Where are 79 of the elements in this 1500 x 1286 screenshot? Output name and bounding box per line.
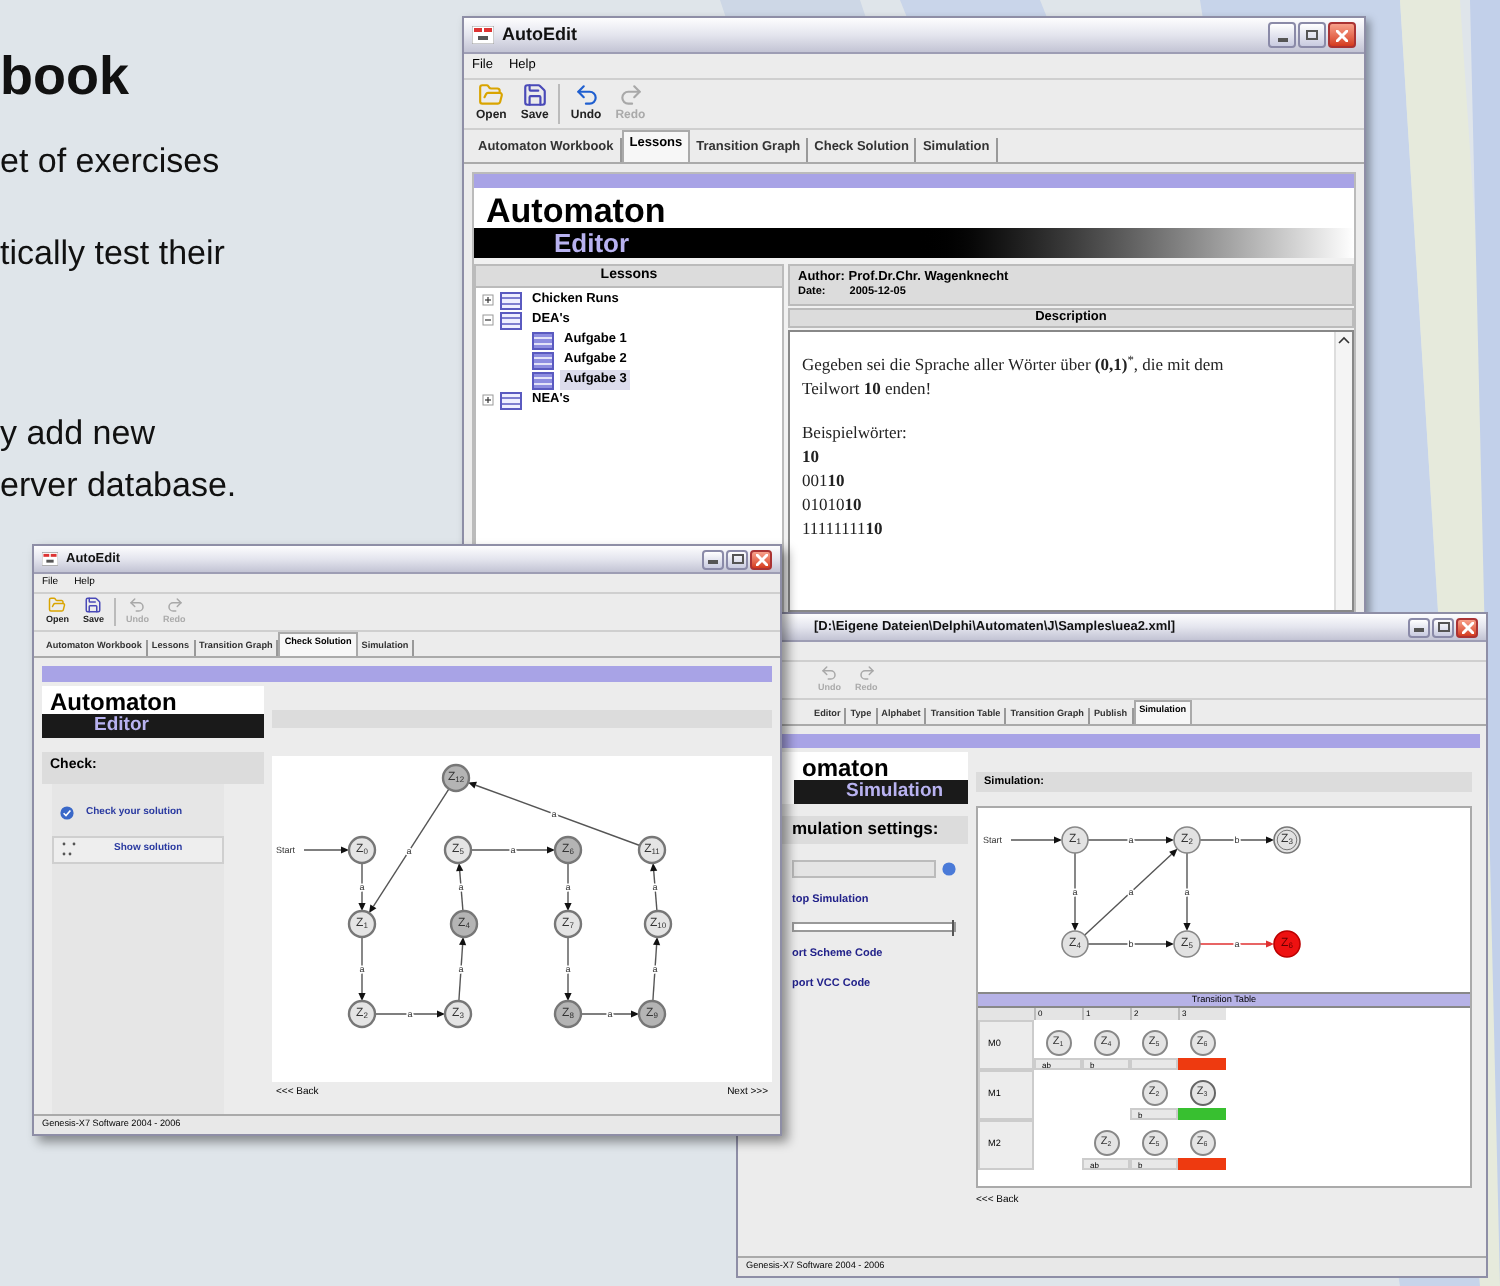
start-arrow [303,846,349,854]
close-button[interactable] [1328,22,1356,48]
maximize-icon [731,554,743,564]
undo-icon [128,596,147,615]
transition-arrow [652,936,661,1002]
minimize-button[interactable] [1408,617,1430,637]
maximize-button[interactable] [1298,22,1326,48]
slider-track[interactable] [792,921,956,932]
minimize-icon [1277,38,1287,42]
logo-title: Automaton [50,690,177,714]
undo-icon [820,664,839,683]
description-text: Beispielwörter: [802,420,907,444]
transition-arrow [650,862,658,912]
run-icon[interactable] [942,861,956,875]
description-text: Teilwort 10 enden! [802,376,932,400]
transition-arrow [374,1010,445,1018]
maximize-icon [1306,30,1318,40]
transition-arrow [564,862,572,911]
scroll-up-icon [1338,336,1350,344]
redo-icon [617,82,644,108]
folder-icon [478,82,505,108]
transition-arrow [456,862,464,912]
logo-banner: Editor [42,714,264,737]
transition-arrow [369,788,450,914]
undo-icon [573,82,600,108]
description-text: Gegeben sei die Sprache aller Wörter über (0,1)$^{*}$, die mit dem [802,352,1224,376]
save-icon [521,82,548,108]
scrollbar[interactable] [1334,332,1352,610]
redo-icon [165,596,184,615]
table-icon [500,391,522,409]
minimize-button[interactable] [1268,22,1296,48]
close-icon [755,553,767,565]
maximize-icon [1437,622,1449,632]
description-text: 1111111110 [802,516,883,540]
window-title: AutoEdit [502,21,577,48]
check-icon [60,806,74,820]
slide-text: tically test their [0,232,225,276]
description-text: 00110 [802,468,845,492]
table-icon [532,351,554,369]
expand-icon[interactable] [482,394,494,406]
expand-icon[interactable] [482,294,494,306]
slide-text: y add new [0,412,155,456]
transition-arrow [564,936,572,1001]
minimize-icon [1414,627,1424,631]
logo-banner: Simulation [794,780,968,803]
maximize-button[interactable] [726,549,748,569]
slide-text: et of exercises [0,140,220,184]
logo-title: Automaton [486,194,666,228]
transition-arrow [358,862,366,911]
table-corner [978,1008,1034,1020]
collapse-icon[interactable] [482,314,494,326]
transition-arrow [458,936,467,1002]
input-field[interactable] [792,859,936,877]
app-icon [42,552,58,566]
maximize-button[interactable] [1432,617,1454,637]
save-icon [84,596,103,615]
table-icon [500,291,522,309]
close-icon [1461,621,1473,633]
logo-banner: Editor [474,228,1354,258]
transition-arrow [358,936,366,1001]
close-button[interactable] [1456,617,1478,637]
dots-icon [62,842,78,856]
table-icon [532,331,554,349]
folder-icon [48,596,67,615]
table-icon [500,311,522,329]
redo-icon [857,664,876,683]
table-icon [532,371,554,389]
transition-arrow [580,1010,639,1018]
slide-text: erver database. [0,464,237,508]
description-text: 0101010 [802,492,862,516]
minimize-button[interactable] [702,549,724,569]
close-button[interactable] [750,549,772,569]
logo-title: omaton [802,756,889,780]
start-arrow [1010,836,1062,844]
description-text: 10 [802,444,819,468]
app-icon [472,26,494,44]
close-icon [1336,29,1348,41]
slide-heading: book [0,44,129,108]
minimize-icon [708,559,718,563]
